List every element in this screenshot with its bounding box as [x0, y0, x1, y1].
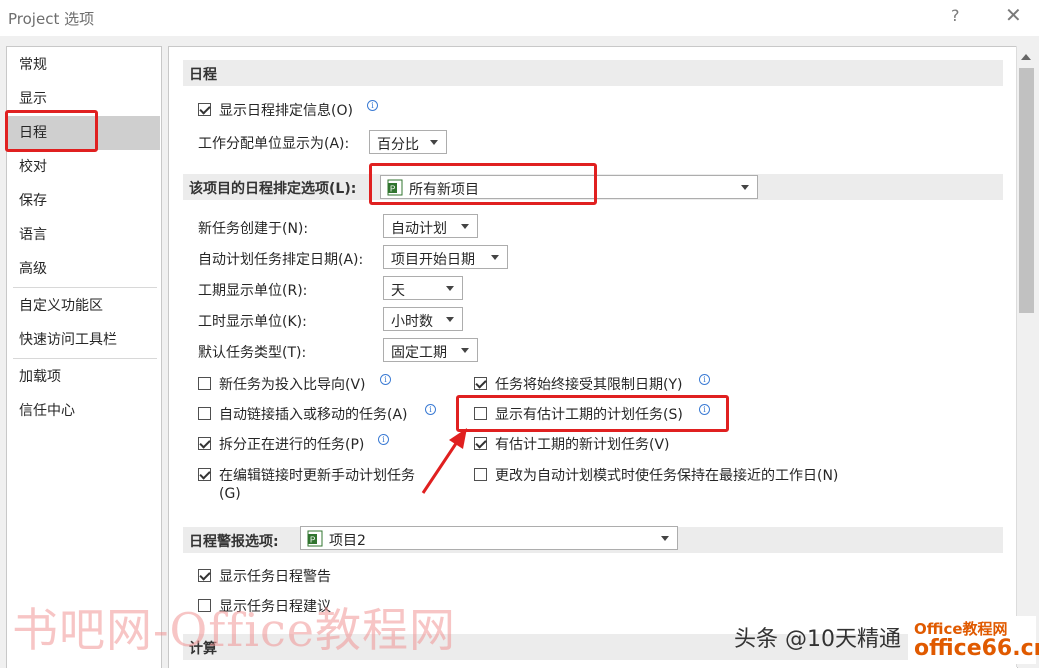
chevron-down-icon	[661, 536, 669, 541]
alerts-project-dropdown[interactable]: P 项目2	[300, 526, 678, 550]
work-display-unit-label: 工时显示单位(K):	[198, 314, 307, 330]
new-task-label: 新任务创建于(N):	[198, 221, 309, 237]
duration-unit-value: 天	[391, 283, 405, 299]
duration-unit-dropdown[interactable]: 天	[383, 276, 463, 300]
title-bar	[0, 0, 1039, 36]
keep-workday-checkbox[interactable]	[474, 468, 487, 481]
watermark-toutiao: 头条 @10天精通	[734, 627, 901, 652]
sidebar-item-quick-access[interactable]: 快速访问工具栏	[8, 325, 160, 355]
highlight-box-project-select	[369, 163, 597, 205]
new-task-dropdown[interactable]: 自动计划	[383, 214, 478, 238]
project-file-icon: P	[307, 530, 323, 547]
info-icon: i	[367, 100, 378, 111]
update-manual-tasks-checkbox[interactable]	[198, 468, 211, 481]
sidebar-divider	[13, 358, 157, 359]
task-type-label: 默认任务类型(T):	[198, 345, 307, 361]
section-schedule: 日程	[183, 60, 1003, 86]
task-type-dropdown[interactable]: 固定工期	[383, 338, 478, 362]
auto-date-value: 项目开始日期	[391, 252, 475, 268]
show-warnings-checkbox[interactable]	[198, 569, 211, 582]
help-button[interactable]: ?	[951, 6, 960, 25]
keep-workday-label: 更改为自动计划模式时使任务保持在最接近的工作日(N)	[495, 468, 839, 484]
alerts-project-value: 项目2	[329, 533, 366, 549]
chevron-down-icon	[491, 255, 499, 260]
split-tasks-label: 拆分正在进行的任务(P)	[219, 437, 365, 453]
close-button[interactable]: ✕	[1005, 3, 1022, 27]
options-panel: 日程 显示日程排定信息(O) i 工作分配单位显示为(A): 百分比 该项目的日…	[168, 46, 1018, 668]
update-manual-tasks-label: 在编辑链接时更新手动计划任务	[219, 468, 415, 484]
highlight-box-sidebar	[5, 110, 98, 152]
effort-driven-checkbox[interactable]	[198, 377, 211, 390]
effort-driven-label: 新任务为投入比导向(V)	[219, 377, 366, 393]
work-display-unit-dropdown[interactable]: 小时数	[383, 307, 463, 331]
new-estimated-checkbox[interactable]	[474, 437, 487, 450]
show-warnings-label: 显示任务日程警告	[219, 569, 331, 585]
sidebar-item-proofing[interactable]: 校对	[8, 152, 160, 182]
vertical-scrollbar[interactable]	[1016, 46, 1036, 667]
auto-date-dropdown[interactable]: 项目开始日期	[383, 245, 508, 269]
duration-unit-label: 工期显示单位(R):	[198, 283, 308, 299]
chevron-down-icon	[446, 286, 454, 291]
autolink-label: 自动链接插入或移动的任务(A)	[219, 407, 408, 423]
scroll-up-icon[interactable]	[1021, 54, 1031, 60]
chevron-down-icon	[430, 140, 438, 145]
watermark-text: 书吧网-Office教程网	[12, 603, 457, 657]
chevron-down-icon	[461, 224, 469, 229]
section-title: 日程警报选项:	[189, 534, 279, 550]
sidebar-item-trust-center[interactable]: 信任中心	[8, 396, 160, 426]
annotation-arrow	[421, 428, 467, 494]
sidebar-item-addins[interactable]: 加载项	[8, 362, 160, 392]
honor-constraint-checkbox[interactable]	[474, 377, 487, 390]
info-icon: i	[380, 374, 391, 385]
task-type-value: 固定工期	[391, 345, 447, 361]
work-unit-label: 工作分配单位显示为(A):	[198, 136, 350, 152]
section-title: 日程	[189, 67, 217, 83]
show-schedule-info-label: 显示日程排定信息(O)	[219, 103, 353, 119]
sidebar-item-customize-ribbon[interactable]: 自定义功能区	[8, 291, 160, 321]
new-estimated-label: 有估计工期的新计划任务(V)	[495, 437, 670, 453]
new-task-value: 自动计划	[391, 221, 447, 237]
chevron-down-icon	[461, 348, 469, 353]
watermark-logo: Office教程网 office66.cn	[908, 616, 1039, 664]
sidebar-item-general[interactable]: 常规	[8, 50, 160, 80]
split-tasks-checkbox[interactable]	[198, 437, 211, 450]
auto-date-label: 自动计划任务排定日期(A):	[198, 252, 364, 268]
autolink-checkbox[interactable]	[198, 407, 211, 420]
work-unit-value: 百分比	[377, 137, 419, 153]
highlight-box-estimated	[456, 395, 729, 432]
scroll-thumb[interactable]	[1019, 68, 1034, 313]
info-icon: i	[378, 434, 389, 445]
chevron-down-icon	[446, 317, 454, 322]
sidebar-divider	[13, 287, 157, 288]
window-title: Project 选项	[8, 10, 95, 28]
svg-text:P: P	[310, 536, 315, 545]
work-display-unit-value: 小时数	[391, 314, 433, 330]
sidebar-item-save[interactable]: 保存	[8, 186, 160, 216]
honor-constraint-label: 任务将始终接受其限制日期(Y)	[495, 377, 683, 393]
sidebar-item-language[interactable]: 语言	[8, 220, 160, 250]
watermark-logo-bottom: office66.cn	[914, 636, 1039, 661]
info-icon: i	[699, 374, 710, 385]
work-unit-dropdown[interactable]: 百分比	[369, 130, 447, 154]
chevron-down-icon	[741, 185, 749, 190]
section-title: 该项目的日程排定选项(L):	[189, 181, 357, 197]
info-icon: i	[425, 404, 436, 415]
update-manual-tasks-label-accesskey: (G)	[219, 486, 241, 502]
sidebar-item-advanced[interactable]: 高级	[8, 254, 160, 284]
show-schedule-info-checkbox[interactable]	[198, 103, 211, 116]
